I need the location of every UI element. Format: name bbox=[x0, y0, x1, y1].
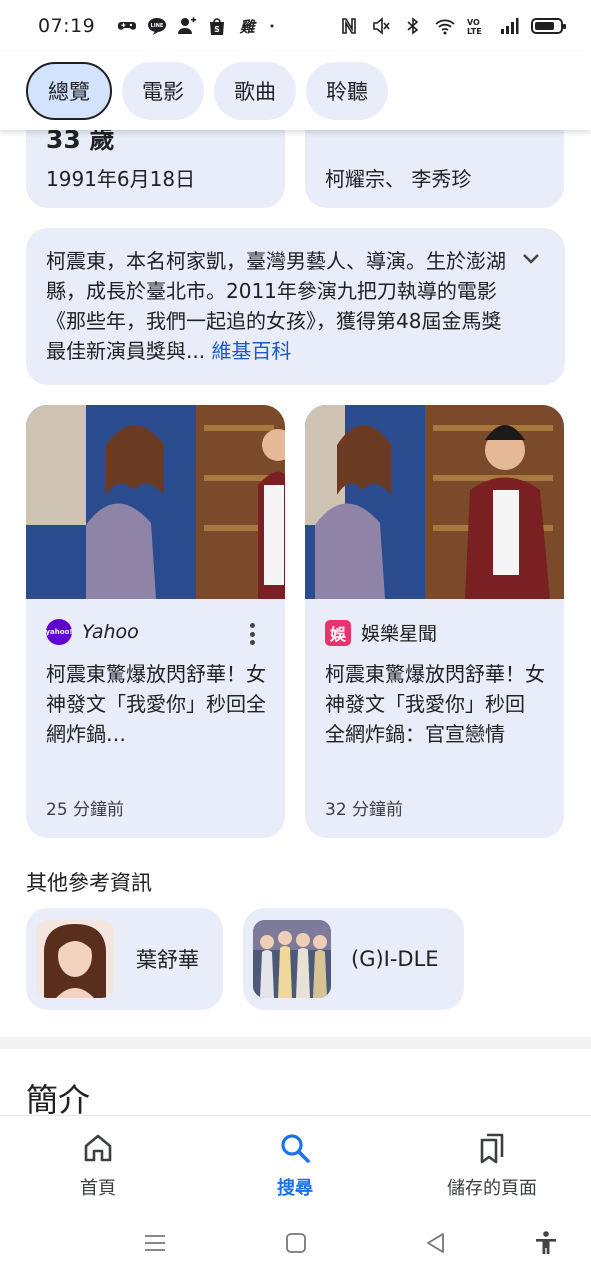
news-card[interactable]: 娛 娛樂星聞 柯震東驚爆放閃舒華！女神發文「我愛你」秒回 全網炸鍋：官宣戀情 3… bbox=[305, 405, 564, 838]
filter-chip-row: 總覽 電影 歌曲 聆聽 bbox=[0, 52, 591, 130]
news-source: 娛 娛樂星聞 bbox=[325, 619, 437, 646]
age-card[interactable]: 33 歲 1991年6月18日 bbox=[26, 130, 285, 208]
age-value: 33 歲 bbox=[46, 130, 115, 154]
entity-chip[interactable]: (G)I-DLE bbox=[243, 908, 464, 1010]
news-title: 柯震東驚爆放閃舒華！女神發文「我愛你」秒回 全網炸鍋：官宣戀情 bbox=[325, 662, 545, 746]
search-icon bbox=[281, 1134, 310, 1163]
entity-thumbnail bbox=[36, 920, 114, 998]
system-navigation-bar bbox=[0, 1208, 591, 1280]
person-photo-icon bbox=[36, 920, 114, 998]
group-photo-icon bbox=[253, 920, 331, 998]
nav-search[interactable]: 搜尋 bbox=[215, 1132, 375, 1200]
chip-songs[interactable]: 歌曲 bbox=[214, 62, 296, 120]
mute-icon bbox=[373, 17, 390, 35]
other-refs-heading: 其他參考資訊 bbox=[26, 871, 152, 895]
notification-icons: LINE S 雞 bbox=[117, 16, 277, 36]
birth-date: 1991年6月18日 bbox=[46, 167, 196, 191]
bio-ellipsis: ... bbox=[186, 339, 206, 363]
status-time: 07:19 bbox=[38, 15, 96, 37]
more-options-icon[interactable] bbox=[249, 623, 255, 645]
back-icon[interactable] bbox=[423, 1230, 449, 1256]
entity-name: (G)I-DLE bbox=[351, 947, 439, 971]
svg-text:S: S bbox=[214, 25, 220, 34]
entity-name: 葉舒華 bbox=[136, 948, 199, 972]
bio-text: 柯震東，本名柯家凱，臺灣男藝人、導演。生於澎湖縣，成長於臺北市。2011年參演九… bbox=[46, 246, 516, 366]
accessibility-icon[interactable] bbox=[533, 1230, 559, 1256]
volte-icon: VOLTE bbox=[467, 18, 482, 36]
bio-card[interactable]: 柯震東，本名柯家凱，臺灣男藝人、導演。生於澎湖縣，成長於臺北市。2011年參演九… bbox=[26, 228, 565, 385]
bluetooth-icon bbox=[407, 17, 419, 35]
shopee-icon: S bbox=[210, 18, 225, 35]
battery-icon bbox=[531, 18, 566, 34]
news-thumbnail bbox=[26, 405, 285, 599]
dot-icon bbox=[270, 24, 274, 28]
knowledge-panel: 33 歲 1991年6月18日 柯耀宗、 李秀珍 柯震東，本名柯家凱，臺灣男藝人… bbox=[0, 130, 591, 1115]
nav-home[interactable]: 首頁 bbox=[18, 1132, 178, 1200]
system-status-icons: VO LTE bbox=[339, 16, 566, 36]
section-divider bbox=[0, 1037, 591, 1049]
nav-home-label: 首頁 bbox=[80, 1178, 116, 1199]
menu-icon[interactable] bbox=[142, 1230, 168, 1256]
news-title: 柯震東驚爆放閃舒華！女神發文「我愛你」秒回全網炸鍋… bbox=[46, 662, 266, 746]
line-app-icon: LINE bbox=[148, 18, 167, 35]
add-contact-icon bbox=[178, 17, 197, 34]
wikipedia-link[interactable]: 維基百科 bbox=[211, 339, 291, 363]
entity-chip[interactable]: 葉舒華 bbox=[26, 908, 223, 1010]
news-photo-icon bbox=[26, 405, 285, 599]
home-icon bbox=[84, 1134, 112, 1162]
entity-thumbnail bbox=[253, 920, 331, 998]
wifi-icon bbox=[435, 19, 455, 35]
nav-saved-pages-label: 儲存的頁面 bbox=[447, 1178, 537, 1199]
parents-card[interactable]: 柯耀宗、 李秀珍 bbox=[305, 130, 564, 208]
home-square-icon[interactable] bbox=[283, 1230, 309, 1256]
chevron-down-icon[interactable] bbox=[521, 248, 541, 268]
ent-news-logo-text: 娛 bbox=[329, 624, 346, 644]
ent-news-logo: 娛 bbox=[325, 619, 351, 646]
chip-overview[interactable]: 總覽 bbox=[26, 62, 112, 120]
nfc-icon bbox=[342, 18, 356, 34]
news-thumbnail bbox=[305, 405, 564, 599]
yahoo-logo-text: yahoo! bbox=[45, 628, 73, 636]
svg-text:LTE: LTE bbox=[467, 27, 482, 36]
news-source: yahoo! Yahoo bbox=[45, 619, 139, 645]
svg-text:LINE: LINE bbox=[151, 23, 164, 29]
news-time: 32 分鐘前 bbox=[325, 800, 404, 820]
news-photo-icon bbox=[305, 405, 564, 599]
nav-search-label: 搜尋 bbox=[277, 1178, 313, 1199]
chip-listen[interactable]: 聆聽 bbox=[306, 62, 388, 120]
signal-icon bbox=[501, 18, 519, 34]
news-time: 25 分鐘前 bbox=[46, 800, 125, 820]
source-name: Yahoo bbox=[82, 621, 139, 643]
source-name: 娛樂星聞 bbox=[361, 623, 438, 645]
parents-names: 柯耀宗、 李秀珍 bbox=[325, 167, 472, 191]
intro-heading: 簡介 bbox=[26, 1081, 91, 1115]
status-bar: 07:19 LINE S 雞 VO LTE bbox=[0, 0, 591, 52]
news-card[interactable]: yahoo! Yahoo 柯震東驚爆放閃舒華！女神發文「我愛你」秒回全網炸鍋… … bbox=[26, 405, 285, 838]
bottom-navigation: 首頁 搜尋 儲存的頁面 bbox=[0, 1115, 591, 1208]
nav-saved-pages[interactable]: 儲存的頁面 bbox=[412, 1132, 572, 1200]
yahoo-logo: yahoo! bbox=[45, 619, 73, 645]
game-controller-icon bbox=[118, 22, 137, 30]
svg-text:VO: VO bbox=[467, 18, 480, 27]
bookmarks-icon bbox=[480, 1133, 504, 1164]
app-text-icon: 雞 bbox=[239, 17, 255, 36]
chip-movies[interactable]: 電影 bbox=[122, 62, 204, 120]
